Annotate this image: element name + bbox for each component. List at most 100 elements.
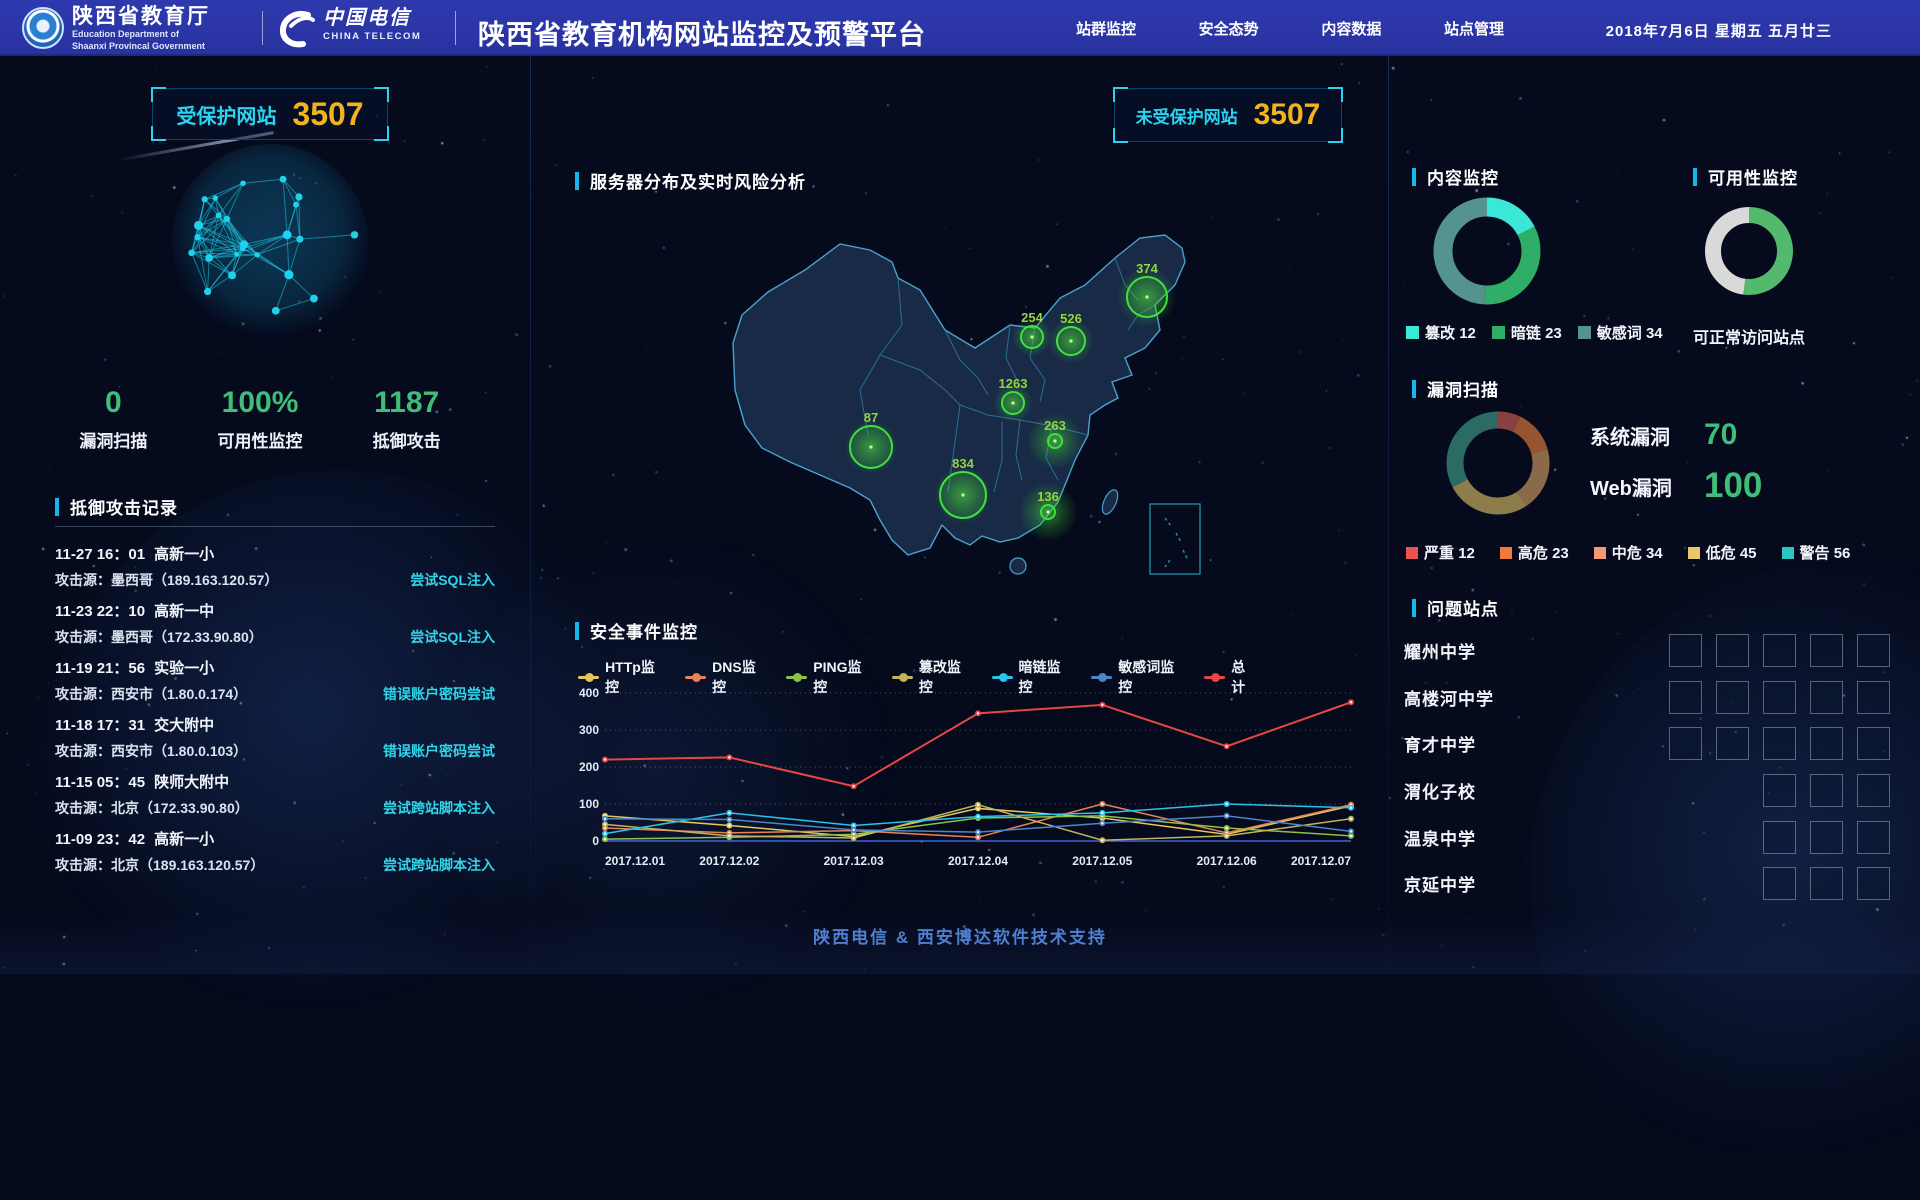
legend-swatch-icon [1500,547,1512,559]
legend-dot-icon [1211,673,1220,682]
problem-site-row: 温泉中学 [1404,814,1890,861]
legend-item: 低危 45 [1688,542,1757,563]
legend-label-value: 23 [1545,325,1562,342]
legend-swatch-icon [1782,547,1794,559]
telecom-name: 中国电信 [323,8,421,28]
header-divider [455,11,456,45]
legend-swatch-icon [1492,326,1505,339]
legend-label-value: 23 [1552,545,1569,562]
legend-line-marker-icon [685,676,706,679]
attack-record-head: 11-23 22：10 高新一中 [55,600,495,621]
attack-site: 高新一小 [154,543,214,564]
legend-dot-icon [899,673,908,682]
problem-site-row: 育才中学 [1404,720,1890,767]
issue-count-badge [1763,681,1796,714]
issue-count-badge [1763,867,1796,900]
attack-record: 11-15 05：45 陕师大附中 攻击源：北京（172.33.90.80） 尝… [55,771,495,828]
org-subtitle-line1: Education Department of [72,30,210,39]
attack-record-list: 11-27 16：01 高新一小 攻击源：墨西哥（189.163.120.57）… [55,543,495,885]
attack-site: 高新一中 [154,600,214,621]
issue-count-badge [1810,867,1843,900]
svg-text:87: 87 [864,410,878,425]
issue-count-badge [1810,821,1843,854]
availability-monitor-title: 可用性监控 [1708,164,1798,189]
attack-time: 11-19 21：56 [55,657,145,678]
legend-swatch-icon [1406,326,1419,339]
svg-text:374: 374 [1136,261,1158,276]
issue-count-badge [1763,727,1796,760]
legend-item: 警告 56 [1782,542,1851,563]
availability-donut-chart [1704,206,1794,296]
legend-label: 高危 23 [1518,542,1569,563]
legend-label: 中危 34 [1612,542,1663,563]
svg-text:263: 263 [1044,418,1066,433]
content-monitor-header: 内容监控 [1412,164,1499,189]
attack-time: 11-15 05：45 [55,771,145,792]
china-telecom-logo-icon [277,8,317,48]
issue-count-badge [1669,727,1702,760]
svg-text:254: 254 [1021,310,1043,325]
nav-item[interactable]: 安全态势 [1195,12,1263,45]
availability-caption: 可正常访问站点 [1664,324,1834,348]
issue-count-badge [1716,634,1749,667]
attack-record: 11-18 17：31 交大附中 攻击源：西安市（1.80.0.103） 错误账… [55,714,495,771]
issue-count-badge [1669,634,1702,667]
protected-sites-value: 3507 [292,96,363,133]
vuln-scan-donut-chart [1443,408,1553,518]
nav-item[interactable]: 内容数据 [1317,12,1385,45]
stat-item: 1187 抵御攻击 [333,386,480,452]
security-events-line-chart: 01002003004002017.12.012017.12.022017.12… [575,683,1365,873]
section-accent-bar [1412,168,1416,186]
stat-value: 0 [40,386,187,420]
issue-count-badge [1857,867,1890,900]
page-title: 陕西省教育机构网站监控及预警平台 [478,13,926,52]
svg-text:2017.12.04: 2017.12.04 [948,854,1008,868]
unprotected-sites-value: 3507 [1254,98,1321,132]
site-badges [1669,774,1890,807]
site-badges [1669,821,1890,854]
issue-count-badge [1763,821,1796,854]
nav-item[interactable]: 站点管理 [1440,12,1508,45]
svg-text:300: 300 [579,723,599,737]
issue-count-badge [1669,681,1702,714]
legend-label-value: 56 [1834,545,1851,562]
nav-item[interactable]: 站群监控 [1072,12,1140,45]
legend-label: 暗链 23 [1511,322,1562,343]
svg-text:2017.12.03: 2017.12.03 [824,854,884,868]
attack-type: 尝试SQL注入 [410,627,495,647]
issue-count-badge [1810,774,1843,807]
org-name: 陕西省教育厅 [72,6,210,27]
svg-text:200: 200 [579,760,599,774]
site-name: 温泉中学 [1404,825,1476,850]
stat-value: 100% [187,386,334,420]
issue-count-badge [1857,821,1890,854]
svg-text:2017.12.05: 2017.12.05 [1072,854,1132,868]
attack-record-detail: 攻击源：北京（172.33.90.80） 尝试跨站脚本注入 [55,798,495,818]
attack-record-detail: 攻击源：墨西哥（189.163.120.57） 尝试SQL注入 [55,570,495,590]
site-name: 育才中学 [1404,731,1476,756]
attack-source: 攻击源：西安市（1.80.0.103） [55,741,247,761]
vuln-stat-row: 系统漏洞 70 [1590,418,1762,452]
south-china-sea-inset [1150,504,1200,574]
attack-log-section-header: 抵御攻击记录 [55,494,178,519]
attack-record-detail: 攻击源：西安市（1.80.0.103） 错误账户密码尝试 [55,741,495,761]
svg-text:136: 136 [1037,489,1059,504]
issue-count-badge [1857,634,1890,667]
issue-count-badge [1857,774,1890,807]
site-name: 京延中学 [1404,871,1476,896]
attack-record-head: 11-15 05：45 陕师大附中 [55,771,495,792]
attack-record-detail: 攻击源：墨西哥（172.33.90.80） 尝试SQL注入 [55,627,495,647]
problem-site-row: 京延中学 [1404,860,1890,907]
legend-dot-icon [692,673,701,682]
legend-dot-icon [793,673,802,682]
hainan-island [1010,558,1026,574]
svg-text:834: 834 [952,456,974,471]
legend-item: 暗链 23 [1492,322,1562,343]
attack-type: 尝试跨站脚本注入 [383,798,495,818]
svg-text:100: 100 [579,797,599,811]
svg-text:0: 0 [592,834,599,848]
center-panel: 未受保护网站 3507 服务器分布及实时风险分析 [530,56,1390,974]
site-badges [1669,867,1890,900]
attack-record-detail: 攻击源：北京（189.163.120.57） 尝试跨站脚本注入 [55,855,495,875]
stat-label: 抵御攻击 [333,427,480,452]
